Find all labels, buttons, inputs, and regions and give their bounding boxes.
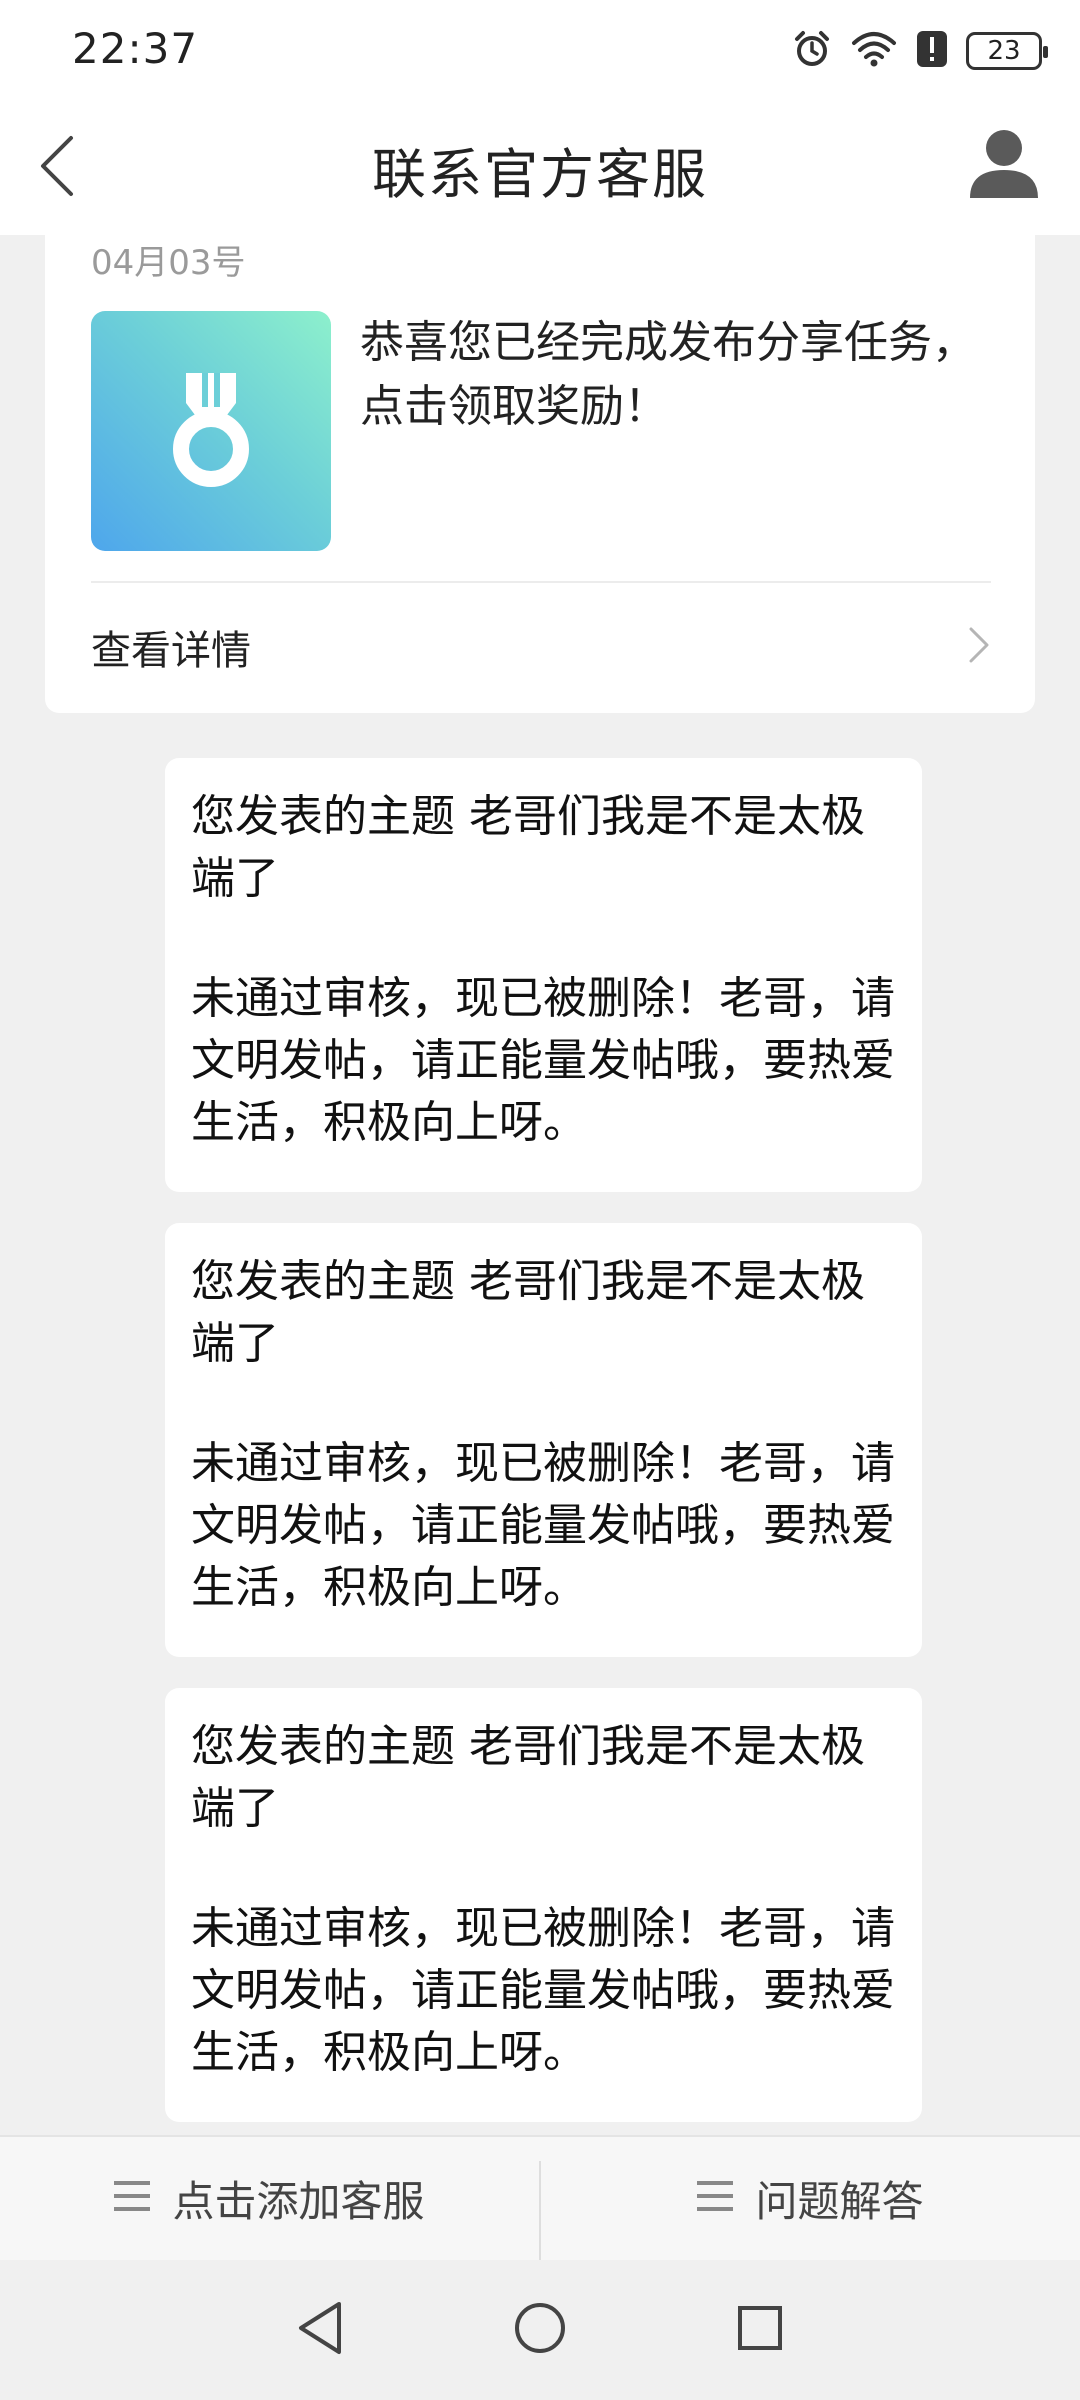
chevron-right-icon: [967, 625, 991, 669]
view-details-link[interactable]: 查看详情: [91, 617, 991, 677]
menu-icon: [114, 2174, 151, 2223]
wifi-icon: [850, 29, 898, 73]
add-service-tab[interactable]: 点击添加客服: [0, 2137, 539, 2260]
user-icon: [964, 130, 1044, 208]
alert-icon: [916, 29, 948, 73]
message-topic: 您发表的主题 老哥们我是不是太极端了: [191, 1256, 865, 1369]
battery-icon: 23: [966, 32, 1048, 70]
medal-icon: [166, 369, 256, 493]
profile-button[interactable]: [964, 124, 1044, 212]
nav-back-button[interactable]: [285, 2295, 355, 2365]
message-notice: 未通过审核，现已被删除！老哥，请文明发帖，请正能量发帖哦，要热爱生活，积极向上呀…: [191, 1903, 895, 2078]
card-date: 04月03号: [91, 243, 246, 283]
faq-label: 问题解答: [755, 2177, 924, 2226]
system-nav-bar: [0, 2260, 1080, 2400]
message-bubble[interactable]: 您发表的主题 老哥们我是不是太极端了 未通过审核，现已被删除！老哥，请文明发帖，…: [165, 758, 922, 1192]
medal-thumbnail: [91, 311, 331, 551]
page-title: 联系官方客服: [372, 143, 708, 206]
status-bar: 22:37 23: [0, 0, 1080, 100]
menu-icon: [697, 2174, 734, 2223]
card-divider: [91, 581, 991, 583]
card-message: 恭喜您已经完成发布分享任务，点击领取奖励！: [360, 317, 976, 432]
back-triangle-icon: [295, 2300, 345, 2360]
alarm-icon: [792, 29, 832, 73]
message-bubble[interactable]: 您发表的主题 老哥们我是不是太极端了 未通过审核，现已被删除！老哥，请文明发帖，…: [165, 1223, 922, 1657]
add-service-label: 点击添加客服: [172, 2177, 425, 2226]
status-time: 22:37: [72, 24, 199, 73]
home-circle-icon: [513, 2301, 567, 2359]
nav-recents-button[interactable]: [725, 2295, 795, 2365]
status-icons: 23: [792, 26, 1048, 76]
message-topic: 您发表的主题 老哥们我是不是太极端了: [191, 1721, 865, 1834]
message-topic: 您发表的主题 老哥们我是不是太极端了: [191, 791, 865, 904]
faq-tab[interactable]: 问题解答: [541, 2137, 1080, 2260]
message-notice: 未通过审核，现已被删除！老哥，请文明发帖，请正能量发帖哦，要热爱生活，积极向上呀…: [191, 973, 895, 1148]
nav-home-button[interactable]: [505, 2295, 575, 2365]
recents-square-icon: [736, 2304, 784, 2356]
message-notice: 未通过审核，现已被删除！老哥，请文明发帖，请正能量发帖哦，要热爱生活，积极向上呀…: [191, 1438, 895, 1613]
view-details-label: 查看详情: [91, 628, 251, 674]
reward-card[interactable]: 04月03号 恭喜您已经完成发布分享任务，点击领取奖励！ 查看详情: [45, 235, 1035, 713]
battery-level: 23: [987, 36, 1021, 66]
bottom-menu-bar: 点击添加客服 问题解答: [0, 2135, 1080, 2260]
message-list[interactable]: 04月03号 恭喜您已经完成发布分享任务，点击领取奖励！ 查看详情 您发表的主题…: [0, 235, 1080, 2135]
header: 联系官方客服: [0, 100, 1080, 235]
message-bubble[interactable]: 您发表的主题 老哥们我是不是太极端了 未通过审核，现已被删除！老哥，请文明发帖，…: [165, 1688, 922, 2122]
